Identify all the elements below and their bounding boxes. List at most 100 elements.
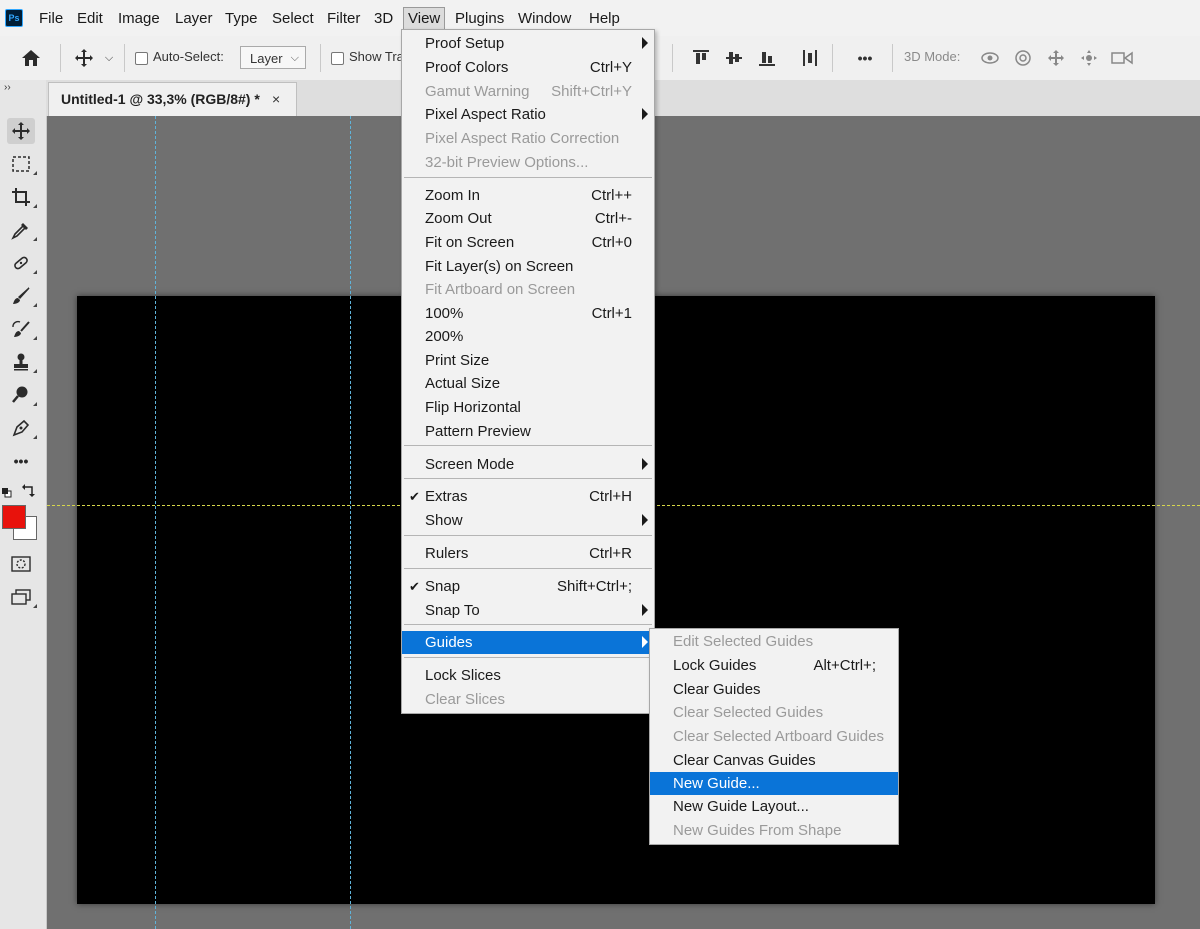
menu-item-lock-slices[interactable]: Lock Slices	[402, 664, 654, 687]
menu-separator	[404, 535, 652, 536]
crop-tool-icon[interactable]	[7, 184, 37, 210]
menu-item-new-guide[interactable]: New Guide...	[650, 772, 898, 795]
menu-3d[interactable]: 3D	[374, 10, 393, 27]
menu-item-shortcut: Shift+Ctrl+Y	[551, 83, 632, 100]
menu-item-shortcut: Ctrl++	[591, 187, 632, 204]
menu-filter[interactable]: Filter	[327, 10, 360, 27]
menu-item-label: Zoom In	[425, 187, 481, 204]
3d-pan-icon[interactable]	[1044, 46, 1068, 70]
menu-item-clear-slices[interactable]: Clear Slices	[402, 688, 654, 711]
layer-select-value: Layer	[250, 51, 283, 66]
menu-item-100[interactable]: 100% Ctrl+1	[402, 302, 654, 325]
distribute-icon[interactable]	[799, 46, 821, 70]
menu-item-pixel-aspect-ratio[interactable]: Pixel Aspect Ratio	[402, 103, 654, 126]
auto-select-checkbox[interactable]	[135, 52, 148, 65]
menu-item-new-guide-layout[interactable]: New Guide Layout...	[650, 795, 898, 818]
screen-mode-icon[interactable]	[7, 584, 37, 610]
3d-roll-icon[interactable]	[1011, 46, 1035, 70]
menu-item-label: Clear Selected Artboard Guides	[673, 728, 884, 745]
more-tools-icon[interactable]: •••	[7, 448, 35, 474]
menu-separator	[404, 445, 652, 446]
menu-item-fit-on-screen[interactable]: Fit on Screen Ctrl+0	[402, 231, 654, 254]
menu-select[interactable]: Select	[272, 10, 314, 27]
move-tool-icon[interactable]	[7, 118, 35, 144]
menu-item-edit-selected-guides[interactable]: Edit Selected Guides	[650, 630, 898, 653]
menu-item-clear-selected-guides[interactable]: Clear Selected Guides	[650, 701, 898, 724]
menu-file[interactable]: File	[39, 10, 63, 27]
menu-item-fit-layer-s-on-screen[interactable]: Fit Layer(s) on Screen	[402, 255, 654, 278]
chevron-down-icon[interactable]: ⌵	[102, 46, 116, 70]
menu-window[interactable]: Window	[518, 10, 571, 27]
view-menu-dropdown: Proof Setup Proof Colors Ctrl+Y Gamut Warni…	[401, 29, 655, 714]
menu-item-actual-size[interactable]: Actual Size	[402, 372, 654, 395]
menu-item-zoom-out[interactable]: Zoom Out Ctrl+-	[402, 207, 654, 230]
menu-item-screen-mode[interactable]: Screen Mode	[402, 453, 654, 476]
move-tool-icon[interactable]	[70, 46, 98, 70]
3d-video-icon[interactable]	[1110, 46, 1134, 70]
menu-separator	[404, 657, 652, 658]
align-bottom-icon[interactable]	[756, 46, 778, 70]
menu-item-pixel-aspect-ratio-correction[interactable]: Pixel Aspect Ratio Correction	[402, 127, 654, 150]
menu-item-new-guides-from-shape[interactable]: New Guides From Shape	[650, 819, 898, 842]
healing-brush-tool-icon[interactable]	[7, 250, 37, 276]
guides-submenu: Edit Selected Guides Lock Guides Alt+Ctrl+…	[649, 628, 899, 845]
menu-item-extras[interactable]: ✔ Extras Ctrl+H	[402, 485, 654, 508]
menu-edit[interactable]: Edit	[77, 10, 103, 27]
align-vertical-center-icon[interactable]	[723, 46, 745, 70]
vertical-guide[interactable]	[350, 116, 351, 929]
clone-stamp-tool-icon[interactable]	[7, 349, 37, 375]
menu-item-flip-horizontal[interactable]: Flip Horizontal	[402, 396, 654, 419]
home-icon[interactable]	[18, 46, 44, 70]
collapse-panel-icon[interactable]: ››	[4, 82, 11, 93]
menu-item-clear-canvas-guides[interactable]: Clear Canvas Guides	[650, 749, 898, 772]
3d-orbit-icon[interactable]	[978, 46, 1002, 70]
menu-item-label: Clear Canvas Guides	[673, 752, 816, 769]
menu-item-snap[interactable]: ✔ Snap Shift+Ctrl+;	[402, 575, 654, 598]
dodge-tool-icon[interactable]	[7, 382, 37, 408]
align-top-icon[interactable]	[690, 46, 712, 70]
menu-item-label: Guides	[425, 634, 473, 651]
menu-item-guides[interactable]: Guides	[402, 631, 654, 654]
close-icon[interactable]: ×	[272, 91, 280, 107]
menu-layer[interactable]: Layer	[175, 10, 213, 27]
menu-item-print-size[interactable]: Print Size	[402, 349, 654, 372]
menu-item-label: Proof Colors	[425, 59, 509, 76]
menu-item-200[interactable]: 200%	[402, 325, 654, 348]
default-colors-icon[interactable]	[2, 485, 12, 498]
separator	[124, 44, 125, 72]
history-brush-tool-icon[interactable]	[7, 316, 37, 342]
document-tab[interactable]: Untitled-1 @ 33,3% (RGB/8#) * ×	[48, 82, 297, 116]
menu-item-fit-artboard-on-screen[interactable]: Fit Artboard on Screen	[402, 278, 654, 301]
menu-type[interactable]: Type	[225, 10, 258, 27]
foreground-color-swatch[interactable]	[2, 505, 26, 529]
show-transform-checkbox[interactable]	[331, 52, 344, 65]
quick-mask-icon[interactable]	[7, 551, 35, 577]
brush-tool-icon[interactable]	[7, 283, 37, 309]
menu-item-clear-guides[interactable]: Clear Guides	[650, 678, 898, 701]
eyedropper-tool-icon[interactable]	[7, 217, 37, 243]
pen-tool-icon[interactable]	[7, 415, 37, 441]
menu-view[interactable]: View	[403, 7, 446, 30]
menu-item-rulers[interactable]: Rulers Ctrl+R	[402, 542, 654, 565]
menu-plugins[interactable]: Plugins	[455, 10, 504, 27]
menu-item-32-bit-preview-options[interactable]: 32-bit Preview Options...	[402, 151, 654, 174]
menu-item-clear-selected-artboard-guides[interactable]: Clear Selected Artboard Guides	[650, 725, 898, 748]
marquee-tool-icon[interactable]	[7, 151, 37, 177]
auto-select-label: Auto-Select:	[153, 49, 224, 64]
menu-item-zoom-in[interactable]: Zoom In Ctrl++	[402, 184, 654, 207]
swap-colors-icon[interactable]	[22, 483, 36, 497]
menu-item-show[interactable]: Show	[402, 509, 654, 532]
checkmark-icon: ✔	[409, 489, 420, 504]
menu-item-gamut-warning[interactable]: Gamut Warning Shift+Ctrl+Y	[402, 80, 654, 103]
menu-item-snap-to[interactable]: Snap To	[402, 599, 654, 622]
menu-item-proof-colors[interactable]: Proof Colors Ctrl+Y	[402, 56, 654, 79]
3d-slide-icon[interactable]	[1077, 46, 1101, 70]
auto-select-dropdown[interactable]: Layer ⌵	[240, 46, 306, 69]
menu-item-pattern-preview[interactable]: Pattern Preview	[402, 420, 654, 443]
vertical-guide[interactable]	[155, 116, 156, 929]
menu-item-lock-guides[interactable]: Lock Guides Alt+Ctrl+;	[650, 654, 898, 677]
more-options-icon[interactable]: •••	[851, 46, 879, 70]
menu-help[interactable]: Help	[589, 10, 620, 27]
menu-image[interactable]: Image	[118, 10, 160, 27]
menu-item-proof-setup[interactable]: Proof Setup	[402, 32, 654, 55]
